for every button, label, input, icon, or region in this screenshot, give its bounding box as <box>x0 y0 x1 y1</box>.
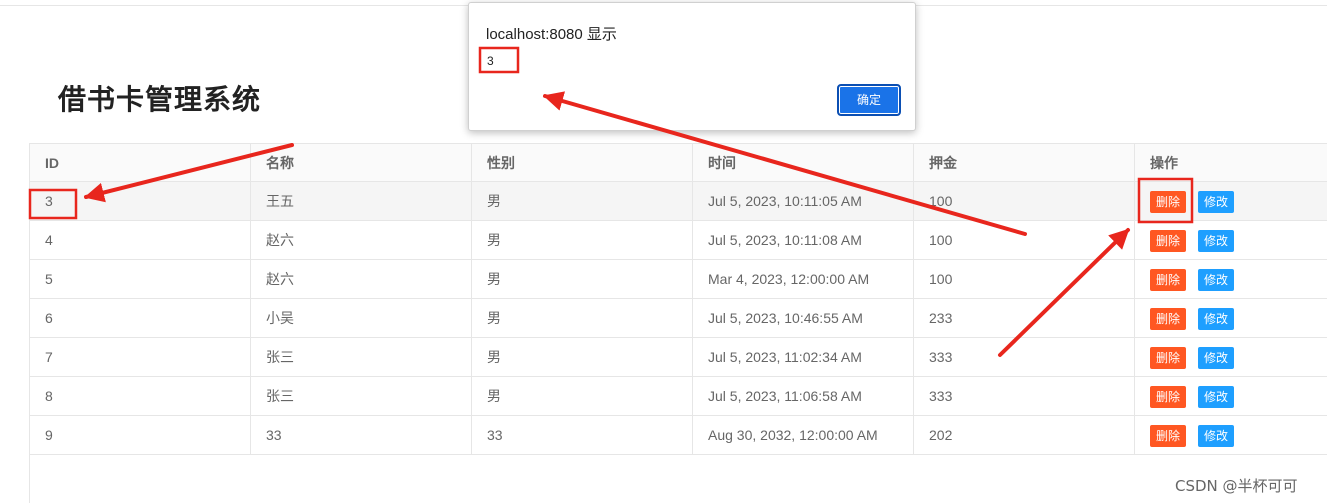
cell-id: 8 <box>30 377 251 415</box>
cell-actions: 删除 修改 <box>1135 221 1327 259</box>
cell-time: Jul 5, 2023, 10:46:55 AM <box>693 299 914 337</box>
cell-name: 33 <box>251 416 472 454</box>
edit-button[interactable]: 修改 <box>1198 386 1235 409</box>
cell-deposit: 202 <box>914 416 1135 454</box>
header-gender: 性别 <box>472 144 693 182</box>
header-actions: 操作 <box>1150 155 1178 171</box>
cell-deposit: 333 <box>914 338 1135 376</box>
edit-button[interactable]: 修改 <box>1198 347 1235 370</box>
cell-name: 赵六 <box>251 260 472 298</box>
cell-deposit: 100 <box>914 182 1135 220</box>
cell-deposit: 233 <box>914 299 1135 337</box>
table-row: 8 张三 男 Jul 5, 2023, 11:06:58 AM 333 删除 修改 <box>30 377 1327 416</box>
delete-button[interactable]: 删除 <box>1150 230 1187 253</box>
header-name: 名称 <box>251 144 472 182</box>
dialog-message: 3 <box>487 54 494 68</box>
library-card-table: ID 名称 性别 时间 押金 操作 3 王五 男 Jul 5, 2023, 10… <box>29 143 1327 503</box>
cell-name: 张三 <box>251 338 472 376</box>
cell-name: 张三 <box>251 377 472 415</box>
cell-name: 小吴 <box>251 299 472 337</box>
cell-deposit: 333 <box>914 377 1135 415</box>
cell-name: 王五 <box>251 182 472 220</box>
delete-button[interactable]: 删除 <box>1150 308 1187 331</box>
cell-time: Jul 5, 2023, 11:02:34 AM <box>693 338 914 376</box>
cell-deposit: 100 <box>914 221 1135 259</box>
cell-gender: 男 <box>472 338 693 376</box>
cell-id: 7 <box>30 338 251 376</box>
edit-button[interactable]: 修改 <box>1198 269 1235 292</box>
cell-time: Aug 30, 2032, 12:00:00 AM <box>693 416 914 454</box>
cell-id: 5 <box>30 260 251 298</box>
table-row: 7 张三 男 Jul 5, 2023, 11:02:34 AM 333 删除 修改 <box>30 338 1327 377</box>
cell-name: 赵六 <box>251 221 472 259</box>
edit-button[interactable]: 修改 <box>1198 230 1235 253</box>
header-time: 时间 <box>693 144 914 182</box>
cell-id: 9 <box>30 416 251 454</box>
delete-button[interactable]: 删除 <box>1150 191 1187 214</box>
delete-button[interactable]: 删除 <box>1150 347 1187 370</box>
ok-button[interactable]: 确定 <box>837 84 901 116</box>
table-row: 9 33 33 Aug 30, 2032, 12:00:00 AM 202 删除… <box>30 416 1327 455</box>
cell-gender: 男 <box>472 377 693 415</box>
edit-button[interactable]: 修改 <box>1198 308 1235 331</box>
cell-gender: 男 <box>472 299 693 337</box>
cell-time: Jul 5, 2023, 10:11:05 AM <box>693 182 914 220</box>
delete-button[interactable]: 删除 <box>1150 425 1187 448</box>
cell-gender: 33 <box>472 416 693 454</box>
alert-dialog: localhost:8080 显示 3 确定 <box>468 2 916 131</box>
cell-time: Jul 5, 2023, 10:11:08 AM <box>693 221 914 259</box>
cell-time: Jul 5, 2023, 11:06:58 AM <box>693 377 914 415</box>
delete-button[interactable]: 删除 <box>1150 386 1187 409</box>
cell-actions: 删除 修改 <box>1135 260 1327 298</box>
cell-id: 6 <box>30 299 251 337</box>
watermark: CSDN @半杯可可 <box>1175 477 1298 495</box>
table-row: 3 王五 男 Jul 5, 2023, 10:11:05 AM 100 删除 修改 <box>30 182 1327 221</box>
cell-id: 3 <box>30 182 251 220</box>
cell-gender: 男 <box>472 260 693 298</box>
table-header-row: ID 名称 性别 时间 押金 操作 <box>30 143 1327 182</box>
dialog-title: localhost:8080 显示 <box>486 26 617 43</box>
cell-gender: 男 <box>472 182 693 220</box>
edit-button[interactable]: 修改 <box>1198 425 1235 448</box>
cell-actions: 删除 修改 <box>1135 377 1327 415</box>
table-row: 5 赵六 男 Mar 4, 2023, 12:00:00 AM 100 删除 修改 <box>30 260 1327 299</box>
delete-button[interactable]: 删除 <box>1150 269 1187 292</box>
cell-actions: 删除 修改 <box>1135 182 1327 220</box>
edit-button[interactable]: 修改 <box>1198 191 1235 214</box>
cell-actions: 删除 修改 <box>1135 299 1327 337</box>
cell-deposit: 100 <box>914 260 1135 298</box>
cell-actions: 删除 修改 <box>1135 416 1327 454</box>
header-id: ID <box>30 144 251 182</box>
table-row: 4 赵六 男 Jul 5, 2023, 10:11:08 AM 100 删除 修改 <box>30 221 1327 260</box>
cell-gender: 男 <box>472 221 693 259</box>
cell-actions: 删除 修改 <box>1135 338 1327 376</box>
page-title: 借书卡管理系统 <box>58 83 262 116</box>
header-deposit: 押金 <box>914 144 1135 182</box>
cell-time: Mar 4, 2023, 12:00:00 AM <box>693 260 914 298</box>
table-row: 6 小吴 男 Jul 5, 2023, 10:46:55 AM 233 删除 修改 <box>30 299 1327 338</box>
cell-id: 4 <box>30 221 251 259</box>
